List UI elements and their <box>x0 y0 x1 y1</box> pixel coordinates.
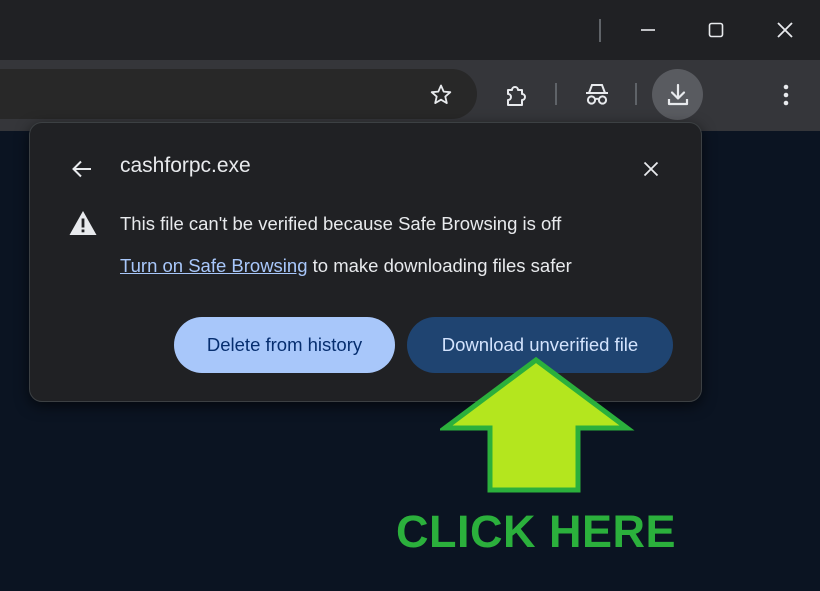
three-dot-menu-icon <box>783 84 789 106</box>
warning-message: This file can't be verified because Safe… <box>120 213 562 234</box>
browser-toolbar <box>0 60 820 131</box>
bookmark-star-button[interactable] <box>424 80 458 110</box>
safe-browsing-hint: Turn on Safe Browsing to make downloadin… <box>120 255 572 277</box>
downloads-button[interactable] <box>652 69 703 120</box>
up-arrow-icon <box>440 356 635 493</box>
click-here-label: CLICK HERE <box>396 506 677 557</box>
incognito-button[interactable] <box>580 79 614 111</box>
title-bar <box>0 0 820 60</box>
maximize-button[interactable] <box>701 15 731 45</box>
turn-on-safe-browsing-link[interactable]: Turn on Safe Browsing <box>120 255 308 276</box>
close-icon <box>777 22 793 38</box>
back-arrow-icon <box>72 160 91 178</box>
warning-triangle-icon <box>69 211 97 235</box>
incognito-icon <box>586 84 608 105</box>
back-button[interactable] <box>68 155 96 183</box>
address-bar[interactable] <box>0 69 477 119</box>
maximize-icon <box>708 22 724 38</box>
titlebar-divider <box>599 19 601 42</box>
puzzle-piece-icon <box>507 86 526 106</box>
extensions-button[interactable] <box>500 79 534 111</box>
delete-from-history-button[interactable]: Delete from history <box>174 317 395 373</box>
star-icon <box>430 84 452 104</box>
browser-menu-button[interactable] <box>774 80 798 110</box>
safe-browsing-hint-suffix: to make downloading files safer <box>307 255 572 276</box>
download-icon <box>667 83 688 105</box>
minimize-button[interactable] <box>633 15 663 45</box>
dialog-close-button[interactable] <box>638 156 664 182</box>
minimize-icon <box>641 29 655 31</box>
close-icon <box>643 161 659 177</box>
toolbar-divider <box>635 83 637 105</box>
close-window-button[interactable] <box>770 15 800 45</box>
dialog-filename: cashforpc.exe <box>120 154 251 177</box>
toolbar-divider <box>555 83 557 105</box>
